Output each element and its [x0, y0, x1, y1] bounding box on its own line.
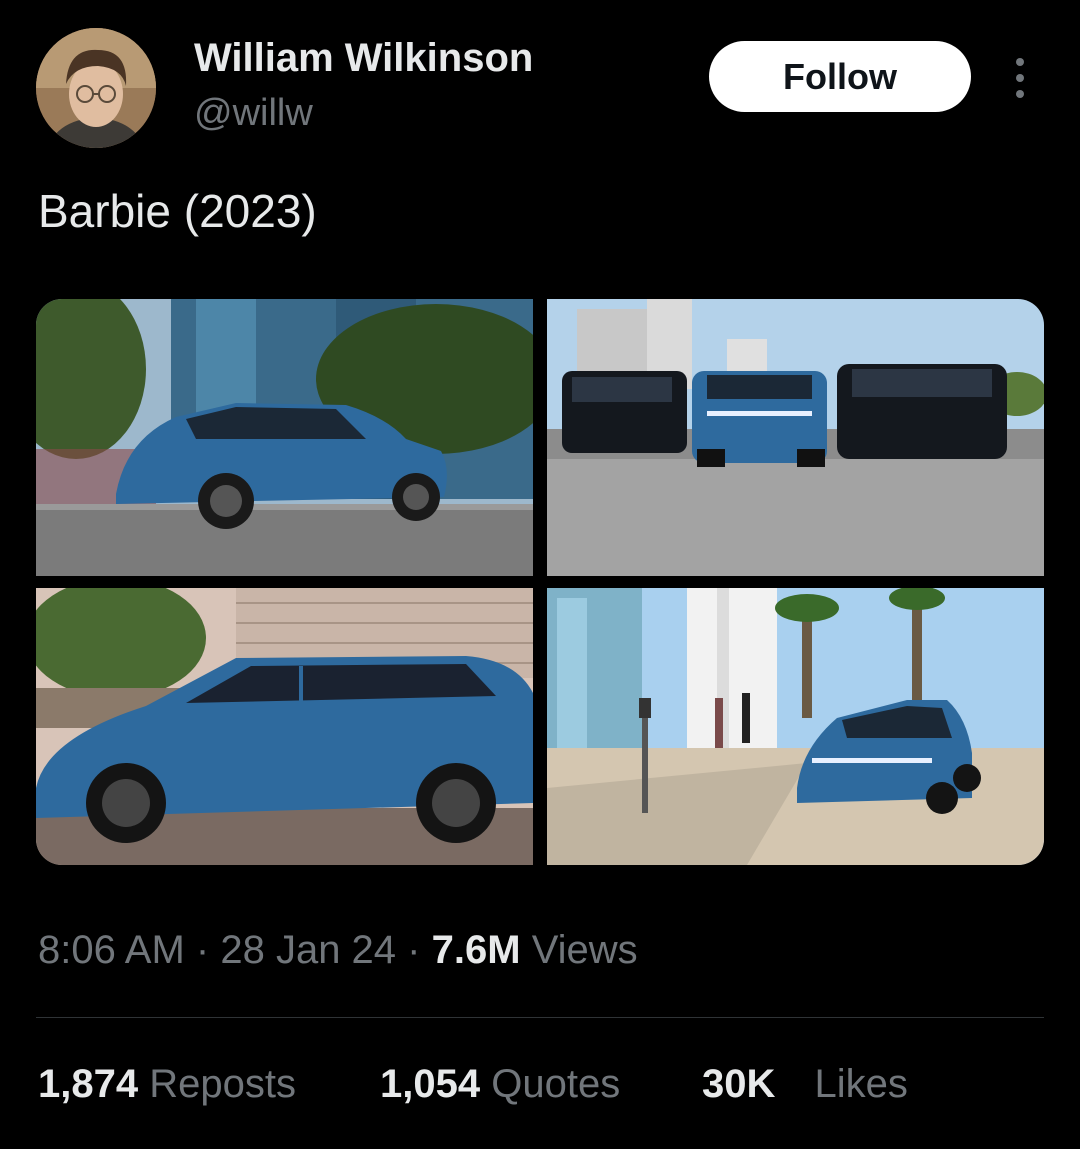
- post-date[interactable]: 28 Jan 24: [220, 928, 396, 972]
- reposts-label: Reposts: [149, 1062, 296, 1106]
- quotes-count: 1,054: [380, 1062, 481, 1106]
- follow-button[interactable]: Follow: [709, 41, 971, 112]
- more-options-icon[interactable]: [1004, 56, 1036, 100]
- media-image-3[interactable]: [36, 588, 533, 865]
- photo-blue-suv-parked: [547, 588, 1044, 865]
- quotes-label: Quotes: [491, 1062, 621, 1106]
- post-text: Barbie (2023): [38, 185, 317, 237]
- post-metadata: 8:06 AM · 28 Jan 24 · 7.6M Views: [38, 928, 638, 973]
- photo-blue-suv-driving: [36, 299, 533, 576]
- media-image-4[interactable]: [547, 588, 1044, 865]
- separator: ·: [195, 928, 210, 972]
- reposts-count: 1,874: [38, 1062, 139, 1106]
- likes-label: Likes: [814, 1062, 908, 1106]
- separator: ·: [407, 928, 421, 972]
- photo-three-suvs-road: [547, 299, 1044, 576]
- views-count: 7.6M: [431, 928, 521, 972]
- media-image-2[interactable]: [547, 299, 1044, 576]
- reposts-stat[interactable]: 1,874 Reposts: [38, 1062, 296, 1107]
- likes-count: 30K: [702, 1062, 776, 1106]
- photo-blue-suv-side: [36, 588, 533, 865]
- avatar-image: [36, 28, 156, 148]
- dot: [1016, 90, 1024, 98]
- avatar[interactable]: [36, 28, 156, 148]
- quotes-stat[interactable]: 1,054 Quotes: [380, 1062, 620, 1107]
- media-grid: [36, 299, 1044, 865]
- media-image-1[interactable]: [36, 299, 533, 576]
- author-name[interactable]: William Wilkinson: [194, 36, 533, 81]
- dot: [1016, 58, 1024, 66]
- likes-stat[interactable]: 30K Likes: [702, 1062, 908, 1107]
- dot: [1016, 74, 1024, 82]
- views-label: Views: [531, 928, 638, 972]
- author-handle[interactable]: @willw: [194, 92, 313, 135]
- post-time[interactable]: 8:06 AM: [38, 928, 185, 972]
- divider: [36, 1017, 1044, 1018]
